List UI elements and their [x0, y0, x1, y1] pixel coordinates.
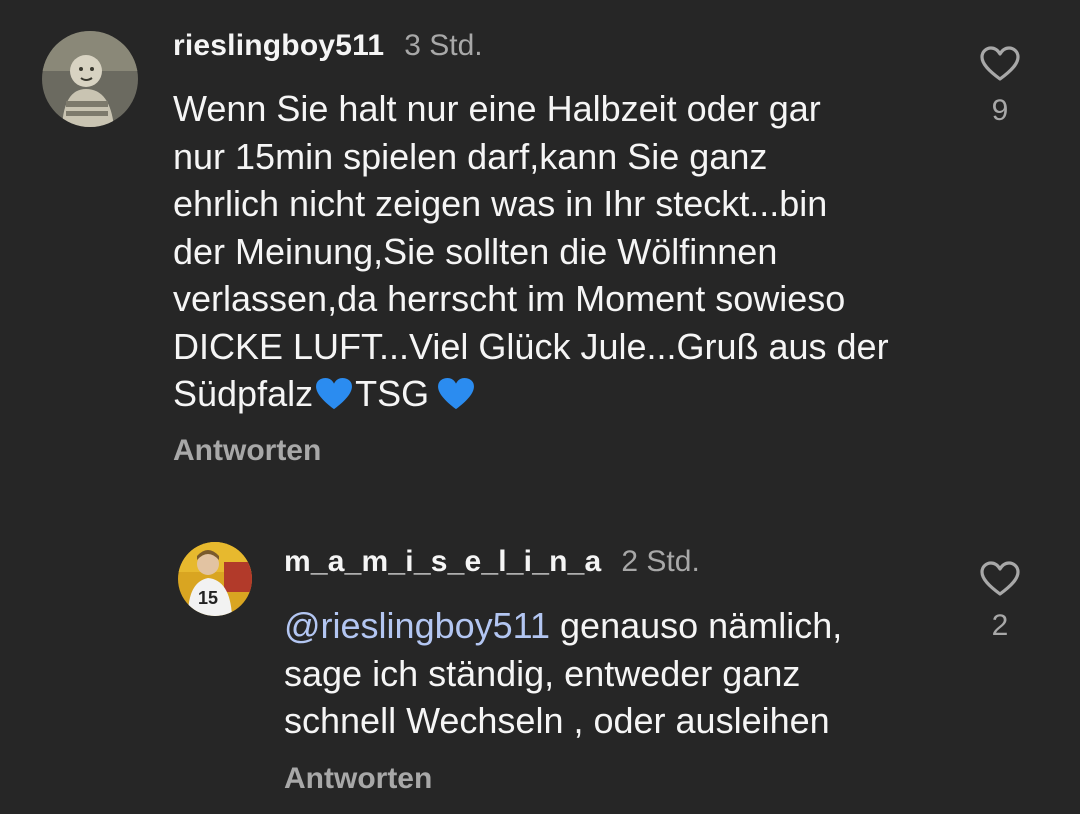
comment-line-text: genauso nämlich,: [550, 605, 843, 646]
comment-header: m_a_m_i_s_e_l_i_n_a 2 Std.: [284, 545, 700, 579]
reply-button[interactable]: Antworten: [284, 762, 432, 796]
reply-button[interactable]: Antworten: [173, 434, 321, 468]
like-count: 2: [991, 609, 1009, 642]
comment: rieslingboy511 3 Std. Wenn Sie halt nur e…: [0, 0, 1080, 480]
comment-line-text: TSG: [355, 373, 440, 414]
comment-line: verlassen,da herrscht im Moment sowieso: [173, 278, 846, 319]
comment-line-text: Südpfalz: [173, 373, 324, 414]
heart-outline-icon: [970, 46, 1030, 82]
avatar[interactable]: [42, 31, 138, 127]
username[interactable]: rieslingboy511: [173, 29, 384, 62]
comment-line: Südpfalz TSG: [173, 370, 963, 418]
comment-text: Wenn Sie halt nur eine Halbzeit oder gar…: [173, 85, 963, 418]
comment-line: Wenn Sie halt nur eine Halbzeit oder gar: [173, 88, 821, 129]
comment-text: @rieslingboy511 genauso nämlich, sage ic…: [284, 602, 964, 745]
comment-line: der Meinung,Sie sollten die Wölfinnen: [173, 230, 778, 272]
username[interactable]: m_a_m_i_s_e_l_i_n_a: [284, 545, 601, 578]
like-count: 9: [991, 94, 1009, 127]
heart-outline-icon: [970, 561, 1030, 597]
comment-line: nur 15min spielen darf,kann Sie ganz: [173, 135, 768, 177]
comment-line: ehrlich nicht zeigen was in Ihr steckt..…: [173, 183, 828, 224]
reply-comment: 15 m_a_m_i_s_e_l_i_n_a 2 Std. @rieslingbo…: [0, 520, 1080, 814]
comment-line: DICKE LUFT...Viel Glück Jule...Gruß aus …: [173, 325, 889, 367]
like-button[interactable]: 2: [970, 561, 1030, 643]
like-button[interactable]: 9: [970, 46, 1030, 128]
svg-text:15: 15: [198, 588, 218, 608]
avatar[interactable]: 15: [178, 542, 252, 616]
comment-line: sage ich ständig, entweder ganz: [284, 652, 801, 694]
timestamp: 2 Std.: [621, 545, 700, 578]
comment-header: rieslingboy511 3 Std.: [173, 29, 483, 63]
comment-line: schnell Wechseln , oder ausleihen: [284, 700, 830, 741]
mention-link[interactable]: @rieslingboy511: [284, 605, 550, 646]
blue-heart-icon: [315, 375, 353, 410]
comment-line: @rieslingboy511 genauso nämlich,: [284, 602, 964, 650]
timestamp: 3 Std.: [404, 29, 483, 62]
blue-heart-icon: [437, 375, 475, 410]
